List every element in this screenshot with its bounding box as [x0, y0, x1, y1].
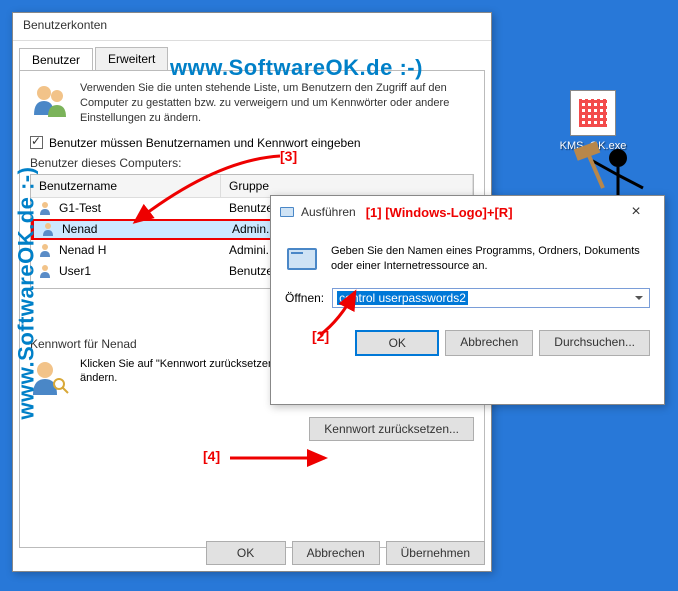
- run-command-combobox[interactable]: control userpasswords2: [332, 288, 650, 308]
- run-titlebar[interactable]: Ausführen [1] [Windows-Logo]+[R] ×: [271, 196, 664, 228]
- run-app-icon: [285, 244, 319, 274]
- watermark-top: www.SoftwareOK.de :-): [170, 55, 423, 81]
- reset-password-button[interactable]: Kennwort zurücksetzen...: [309, 417, 474, 441]
- ua-ok-button[interactable]: OK: [206, 541, 286, 565]
- ua-title: Benutzerkonten: [23, 18, 107, 32]
- checkbox-icon: [30, 136, 43, 149]
- ua-cancel-button[interactable]: Abbrechen: [292, 541, 380, 565]
- user-icon: [39, 264, 55, 278]
- kms-ok-icon: [570, 90, 616, 136]
- ua-intro-text: Verwenden Sie die unten stehende Liste, …: [80, 81, 474, 126]
- cell: G1-Test: [59, 201, 101, 215]
- close-icon[interactable]: ×: [616, 203, 656, 221]
- col-group[interactable]: Gruppe: [221, 175, 473, 197]
- col-username[interactable]: Benutzername: [31, 175, 221, 197]
- user-icon: [39, 243, 55, 257]
- user-icon: [42, 222, 58, 236]
- run-desc-text: Geben Sie den Namen eines Programms, Ord…: [331, 244, 650, 274]
- run-ok-button[interactable]: OK: [355, 330, 439, 356]
- ua-titlebar[interactable]: Benutzerkonten: [13, 13, 491, 41]
- users-list-label: Benutzer dieses Computers:: [30, 156, 474, 170]
- run-browse-button[interactable]: Durchsuchen...: [539, 330, 650, 356]
- cell: Nenad H: [59, 243, 106, 257]
- tab-users[interactable]: Benutzer: [19, 48, 93, 71]
- watermark-side: www.SoftwareOK.de :-): [13, 167, 39, 420]
- open-label: Öffnen:: [285, 291, 324, 305]
- require-pwd-checkbox[interactable]: Benutzer müssen Benutzernamen und Kennwo…: [30, 136, 474, 150]
- user-icon: [39, 201, 55, 215]
- run-title: Ausführen: [301, 205, 356, 219]
- cell: Nenad: [62, 222, 97, 236]
- cell: User1: [59, 264, 91, 278]
- ua-apply-button[interactable]: Übernehmen: [386, 541, 485, 565]
- tab-advanced[interactable]: Erweitert: [95, 47, 168, 70]
- annotation-1: [1] [Windows-Logo]+[R]: [366, 205, 616, 220]
- run-icon: [279, 205, 295, 219]
- run-dialog: Ausführen [1] [Windows-Logo]+[R] × Geben…: [270, 195, 665, 405]
- users-group-icon: [30, 81, 70, 121]
- checkbox-label: Benutzer müssen Benutzernamen und Kennwo…: [49, 136, 361, 150]
- run-command-value: control userpasswords2: [337, 291, 468, 305]
- run-cancel-button[interactable]: Abbrechen: [445, 330, 533, 356]
